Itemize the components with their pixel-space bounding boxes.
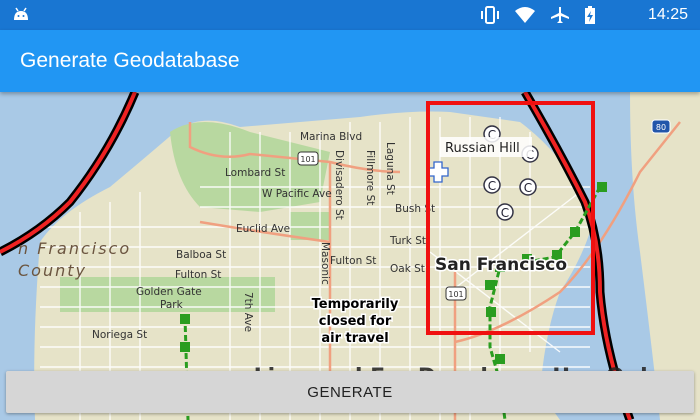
label-fillmore: Fillmore St (364, 150, 376, 205)
label-oak: Oak St (390, 263, 425, 275)
label-turk: Turk St (389, 235, 426, 247)
generate-button[interactable]: GENERATE (6, 371, 694, 413)
label-golden-gate: Golden Gate (136, 286, 202, 298)
label-lombard: Lombard St (225, 167, 285, 179)
label-masonic: Masonic (319, 242, 331, 285)
label-park: Park (160, 299, 184, 311)
app-bar: Generate Geodatabase (0, 30, 700, 92)
label-noriega: Noriega St (92, 329, 147, 341)
hwy-80-shield: 80 (651, 119, 671, 134)
city-label: San Francisco (435, 255, 567, 275)
label-fulton2: Fulton St (330, 255, 376, 267)
hwy-101-shield: 101 (297, 151, 319, 166)
label-balboa: Balboa St (176, 249, 226, 261)
county-label-2: County (18, 261, 87, 280)
russian-hill-label: Russian Hill (445, 141, 520, 156)
county-label-1: n Francisco (18, 239, 131, 258)
airplane-icon (550, 6, 570, 29)
closed-notice: Temporarily closed for air travel (310, 296, 400, 348)
svg-text:C: C (501, 206, 509, 220)
label-divisadero: Divisadero St (333, 150, 345, 220)
svg-text:80: 80 (656, 123, 666, 132)
app-title: Generate Geodatabase (20, 49, 240, 72)
cluster-icon: C (519, 178, 537, 196)
vibrate-icon (480, 6, 500, 29)
cluster-icon: C (496, 203, 514, 221)
label-pacific: W Pacific Ave (262, 188, 332, 200)
android-icon (12, 6, 30, 27)
svg-text:101: 101 (300, 155, 315, 164)
status-time: 14:25 (647, 6, 688, 23)
label-laguna: Laguna St (384, 142, 396, 195)
label-euclid: Euclid Ave (236, 223, 290, 235)
wifi-icon (514, 6, 536, 29)
closed-notice-line3: air travel (321, 331, 388, 346)
battery-charging-icon (584, 5, 596, 30)
svg-text:101: 101 (448, 290, 463, 299)
status-bar: 14:25 (0, 0, 700, 30)
hwy-101-shield: 101 (445, 286, 467, 301)
closed-notice-line1: Temporarily (312, 297, 399, 312)
svg-text:C: C (488, 179, 496, 193)
svg-text:C: C (524, 181, 532, 195)
cluster-icon: C (483, 176, 501, 194)
label-marina: Marina Blvd (300, 131, 362, 143)
label-seventh: 7th Ave (242, 292, 254, 332)
closed-notice-line2: closed for (319, 314, 392, 329)
label-fulton: Fulton St (175, 269, 221, 281)
